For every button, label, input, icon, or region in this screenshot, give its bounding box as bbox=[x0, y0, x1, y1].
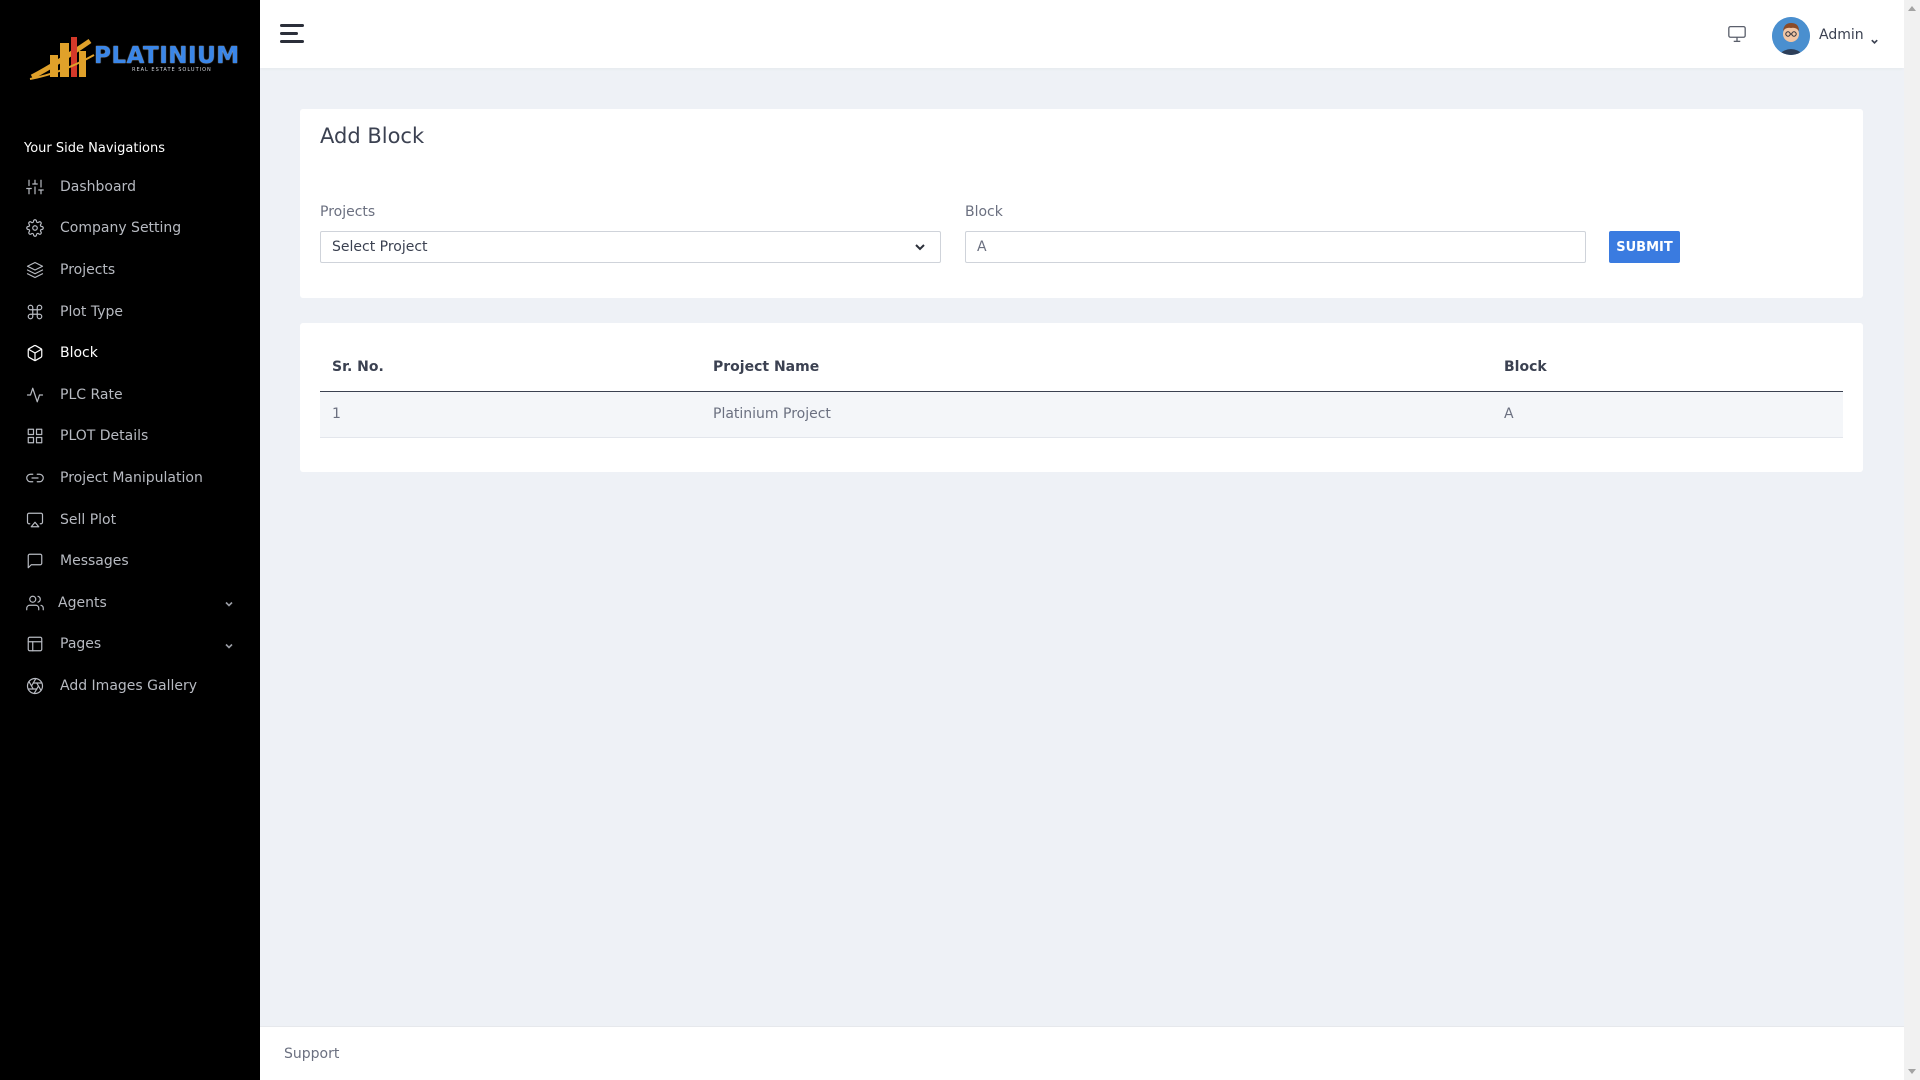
sidebar-item-pages[interactable]: Pages bbox=[0, 624, 260, 666]
sidebar-item-label: Project Manipulation bbox=[60, 469, 203, 486]
activity-icon bbox=[26, 386, 44, 404]
message-square-icon bbox=[26, 552, 44, 570]
sidebar-item-block[interactable]: Block bbox=[0, 332, 260, 374]
sidebar-item-label: Messages bbox=[60, 553, 129, 570]
gear-icon bbox=[26, 219, 44, 238]
column-header-block[interactable]: Block bbox=[1492, 343, 1843, 392]
sidebar-item-plc-rate[interactable]: PLC Rate bbox=[0, 374, 260, 416]
sidebar-item-label: Dashboard bbox=[60, 178, 136, 195]
scroll-up-arrow-icon[interactable] bbox=[1908, 6, 1916, 11]
sidebar-item-label: PLC Rate bbox=[60, 386, 123, 403]
table-row[interactable]: 1 Platinium Project A bbox=[320, 391, 1843, 438]
aperture-icon bbox=[26, 677, 44, 695]
projects-label: Projects bbox=[320, 204, 376, 220]
sidebar-item-plot-type[interactable]: Plot Type bbox=[0, 291, 260, 333]
support-link[interactable]: Support bbox=[284, 1046, 339, 1062]
layers-icon bbox=[26, 261, 44, 279]
brand-logo[interactable]: PLATINIUM REAL ESTATE SOLUTION bbox=[28, 32, 239, 84]
scroll-down-arrow-icon[interactable] bbox=[1908, 1069, 1916, 1074]
sidebar: PLATINIUM REAL ESTATE SOLUTION Your Side… bbox=[0, 0, 260, 1080]
sidebar-item-add-images-gallery[interactable]: Add Images Gallery bbox=[0, 665, 260, 707]
brand-name: PLATINIUM bbox=[94, 43, 240, 69]
sidebar-item-projects[interactable]: Projects bbox=[0, 249, 260, 291]
sidebar-item-label: Agents bbox=[58, 594, 107, 611]
sidebar-item-label: Pages bbox=[60, 636, 102, 653]
box-icon bbox=[26, 344, 44, 362]
layout-icon bbox=[26, 635, 44, 653]
page-title: Add Block bbox=[320, 124, 425, 148]
command-icon bbox=[26, 303, 44, 321]
blocks-table-card: Sr. No. Project Name Block 1 Platinium P… bbox=[300, 323, 1863, 472]
sidebar-item-label: Add Images Gallery bbox=[60, 677, 198, 694]
sidebar-item-messages[interactable]: Messages bbox=[0, 540, 260, 582]
chevron-down-icon bbox=[914, 241, 926, 253]
chevron-down-icon[interactable] bbox=[1870, 31, 1879, 44]
sidebar-item-label: Plot Type bbox=[60, 303, 123, 320]
cell-sr-no: 1 bbox=[320, 391, 701, 438]
project-select-value: Select Project bbox=[332, 239, 428, 255]
footer: Support bbox=[260, 1026, 1904, 1080]
add-block-card: Add Block Projects Select Project Block … bbox=[300, 109, 1863, 298]
grid-icon bbox=[26, 427, 44, 445]
avatar[interactable] bbox=[1772, 17, 1810, 55]
sidebar-item-sell-plot[interactable]: Sell Plot bbox=[0, 499, 260, 541]
user-name[interactable]: Admin bbox=[1819, 27, 1864, 43]
block-input[interactable] bbox=[965, 231, 1586, 263]
cell-project-name: Platinium Project bbox=[701, 391, 1492, 438]
nav-heading: Your Side Navigations bbox=[24, 141, 166, 156]
link-icon bbox=[26, 469, 44, 487]
sidebar-item-project-manipulation[interactable]: Project Manipulation bbox=[0, 457, 260, 499]
sidebar-item-dashboard[interactable]: Dashboard bbox=[0, 166, 260, 208]
block-label: Block bbox=[965, 204, 1003, 220]
chevron-down-icon[interactable] bbox=[224, 639, 234, 649]
top-header: Admin bbox=[260, 0, 1904, 68]
monitor-icon[interactable] bbox=[1727, 25, 1747, 43]
sidebar-item-label: Block bbox=[60, 345, 98, 362]
sidebar-nav: Dashboard Company Setting Projects Plot … bbox=[0, 166, 260, 707]
sidebar-item-plot-details[interactable]: PLOT Details bbox=[0, 416, 260, 458]
users-icon bbox=[26, 594, 44, 612]
sidebar-item-company-setting[interactable]: Company Setting bbox=[0, 208, 260, 250]
sidebar-item-label: Company Setting bbox=[60, 220, 182, 237]
building-logo-icon bbox=[28, 33, 96, 83]
column-header-sr-no[interactable]: Sr. No. bbox=[320, 343, 701, 392]
brand-tagline: REAL ESTATE SOLUTION bbox=[132, 67, 212, 73]
airplay-icon bbox=[26, 511, 44, 529]
sliders-icon bbox=[26, 178, 44, 196]
page-scrollbar[interactable] bbox=[1904, 0, 1920, 1080]
submit-button[interactable]: SUBMIT bbox=[1609, 231, 1680, 263]
chevron-down-icon[interactable] bbox=[224, 597, 234, 607]
blocks-table: Sr. No. Project Name Block 1 Platinium P… bbox=[320, 343, 1843, 438]
sidebar-item-label: Projects bbox=[60, 261, 116, 278]
table-header-row: Sr. No. Project Name Block bbox=[320, 343, 1843, 392]
sidebar-item-agents[interactable]: Agents bbox=[0, 582, 260, 624]
cell-block: A bbox=[1492, 391, 1843, 438]
column-header-project-name[interactable]: Project Name bbox=[701, 343, 1492, 392]
menu-icon[interactable] bbox=[280, 24, 304, 44]
project-select[interactable]: Select Project bbox=[320, 231, 941, 263]
sidebar-item-label: Sell Plot bbox=[60, 511, 117, 528]
sidebar-item-label: PLOT Details bbox=[60, 428, 149, 445]
